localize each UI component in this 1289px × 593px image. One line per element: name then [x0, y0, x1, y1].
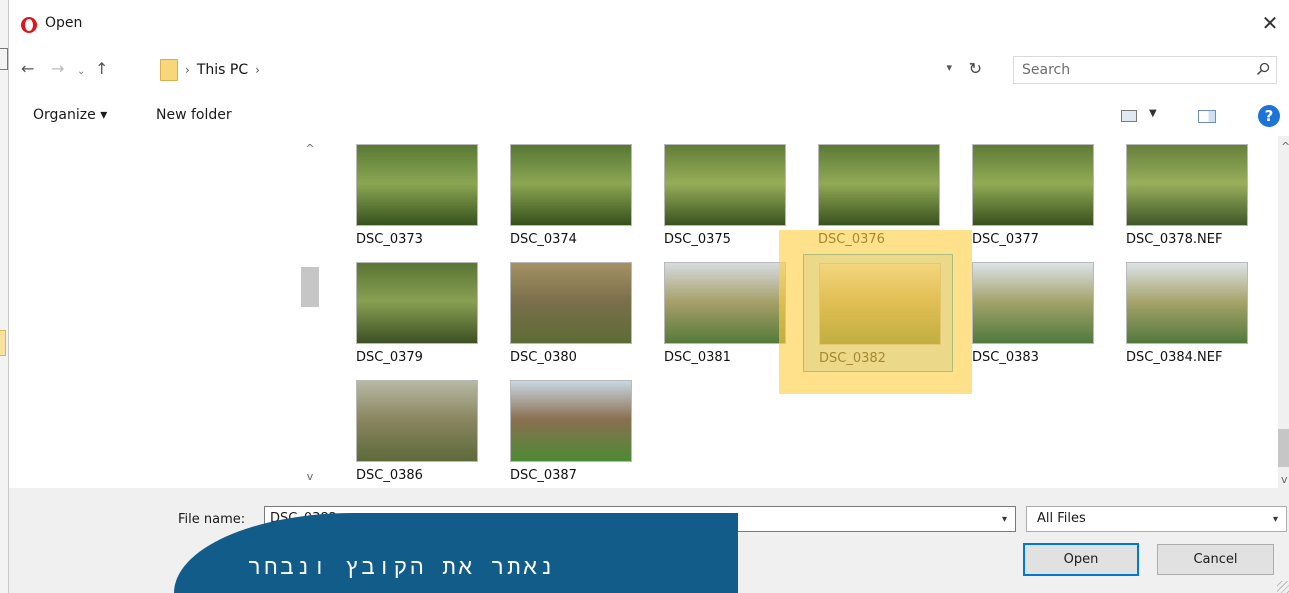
- file-name-label: DSC_0379: [356, 350, 423, 365]
- file-name-label: DSC_0384.NEF: [1126, 350, 1223, 365]
- search-placeholder: Search: [1022, 62, 1071, 78]
- photo-thumbnail: [356, 380, 478, 462]
- file-name-label: DSC_0380: [510, 350, 577, 365]
- file-item[interactable]: DSC_0384.NEF: [1111, 254, 1261, 372]
- file-item[interactable]: DSC_0383: [957, 254, 1107, 372]
- cancel-button[interactable]: Cancel: [1157, 544, 1274, 575]
- scroll-up-icon[interactable]: ^: [303, 142, 317, 156]
- photo-thumbnail: [1126, 144, 1248, 226]
- photo-thumbnail: [1126, 262, 1248, 344]
- folder-icon: [160, 59, 178, 81]
- file-name-label: DSC_0386: [356, 468, 423, 483]
- change-view-icon[interactable]: [1121, 110, 1137, 122]
- background-window-edge: [0, 0, 9, 593]
- photo-thumbnail: [510, 144, 632, 226]
- tutorial-callout-text: נאתר את הקובץ ונבחר: [248, 555, 556, 580]
- file-type-dropdown-icon[interactable]: ▾: [1273, 514, 1278, 525]
- opera-logo-icon: [21, 17, 37, 33]
- photo-thumbnail: [356, 262, 478, 344]
- file-item[interactable]: DSC_0381: [649, 254, 799, 372]
- file-item[interactable]: DSC_0387: [495, 372, 645, 490]
- photo-thumbnail: [972, 144, 1094, 226]
- file-type-value: All Files: [1037, 511, 1086, 526]
- new-folder-button[interactable]: New folder: [156, 107, 232, 123]
- refresh-icon[interactable]: ↻: [969, 59, 982, 78]
- view-options-chevron-icon[interactable]: ▼: [1149, 108, 1157, 119]
- file-name-label: DSC_0383: [972, 350, 1039, 365]
- photo-thumbnail: [664, 262, 786, 344]
- navigation-bar: ← → ⌄ ↑ › This PC › ▾ ↻ Search: [9, 48, 1289, 92]
- file-item[interactable]: DSC_0375: [649, 136, 799, 254]
- back-arrow-icon[interactable]: ←: [21, 60, 34, 78]
- navigation-pane-scrollbar[interactable]: ^ v: [301, 136, 319, 488]
- tutorial-highlight-overlay: [779, 230, 972, 394]
- photo-thumbnail: [510, 262, 632, 344]
- recent-locations-chevron-icon[interactable]: ⌄: [77, 63, 85, 81]
- scroll-down-icon[interactable]: v: [303, 470, 317, 484]
- file-grid-scrollbar[interactable]: ^ v: [1278, 136, 1289, 488]
- title-bar: Open ✕: [9, 0, 1289, 48]
- photo-thumbnail: [356, 144, 478, 226]
- close-icon[interactable]: ✕: [1257, 10, 1283, 36]
- file-name-label: DSC_0378.NEF: [1126, 232, 1223, 247]
- file-name-label: File name:: [178, 512, 246, 527]
- organize-label: Organize: [33, 107, 96, 123]
- forward-arrow-icon[interactable]: →: [51, 60, 64, 78]
- scroll-thumb[interactable]: [1278, 429, 1289, 467]
- navigation-pane[interactable]: ^ v: [9, 136, 329, 488]
- background-window-mark: [0, 48, 8, 70]
- scroll-up-icon[interactable]: ^: [1281, 140, 1289, 153]
- breadcrumb-separator-icon[interactable]: ›: [255, 63, 260, 77]
- open-dialog: Open ✕ ← → ⌄ ↑ › This PC › ▾ ↻ Search Or…: [9, 0, 1289, 593]
- file-name-label: DSC_0381: [664, 350, 731, 365]
- preview-pane-icon[interactable]: [1198, 110, 1216, 123]
- up-arrow-icon[interactable]: ↑: [95, 60, 108, 78]
- file-name-label: DSC_0373: [356, 232, 423, 247]
- photo-thumbnail: [818, 144, 940, 226]
- resize-grip[interactable]: [1277, 581, 1289, 593]
- command-toolbar: Organize ▾ New folder ▼ ?: [9, 97, 1289, 135]
- file-item[interactable]: DSC_0386: [341, 372, 491, 490]
- file-name-dropdown-icon[interactable]: ▾: [1002, 514, 1007, 525]
- address-dropdown-icon[interactable]: ▾: [946, 61, 952, 74]
- chevron-down-icon: ▾: [100, 107, 108, 123]
- file-type-select[interactable]: All Files ▾: [1026, 506, 1287, 532]
- breadcrumb-this-pc[interactable]: This PC: [197, 62, 248, 78]
- file-item[interactable]: DSC_0378.NEF: [1111, 136, 1261, 254]
- photo-thumbnail: [664, 144, 786, 226]
- file-name-label: DSC_0377: [972, 232, 1039, 247]
- file-item[interactable]: DSC_0373: [341, 136, 491, 254]
- breadcrumb-separator-icon[interactable]: ›: [185, 63, 190, 77]
- help-icon[interactable]: ?: [1258, 105, 1280, 127]
- open-button[interactable]: Open: [1023, 543, 1139, 576]
- address-bar[interactable]: › This PC › ▾ ↻: [154, 56, 992, 84]
- dialog-title: Open: [45, 15, 83, 31]
- file-item[interactable]: DSC_0374: [495, 136, 645, 254]
- tutorial-callout-bubble: [174, 513, 738, 593]
- file-item[interactable]: DSC_0377: [957, 136, 1107, 254]
- file-name-label: DSC_0387: [510, 468, 577, 483]
- search-icon[interactable]: [1256, 62, 1270, 76]
- scroll-thumb[interactable]: [301, 267, 319, 307]
- scroll-down-icon[interactable]: v: [1281, 473, 1288, 486]
- photo-thumbnail: [972, 262, 1094, 344]
- photo-thumbnail: [510, 380, 632, 462]
- file-name-label: DSC_0375: [664, 232, 731, 247]
- file-item[interactable]: DSC_0379: [341, 254, 491, 372]
- background-window-highlight: [0, 330, 6, 356]
- file-item[interactable]: DSC_0380: [495, 254, 645, 372]
- search-input[interactable]: Search: [1013, 56, 1277, 84]
- organize-button[interactable]: Organize ▾: [33, 107, 107, 123]
- file-name-label: DSC_0374: [510, 232, 577, 247]
